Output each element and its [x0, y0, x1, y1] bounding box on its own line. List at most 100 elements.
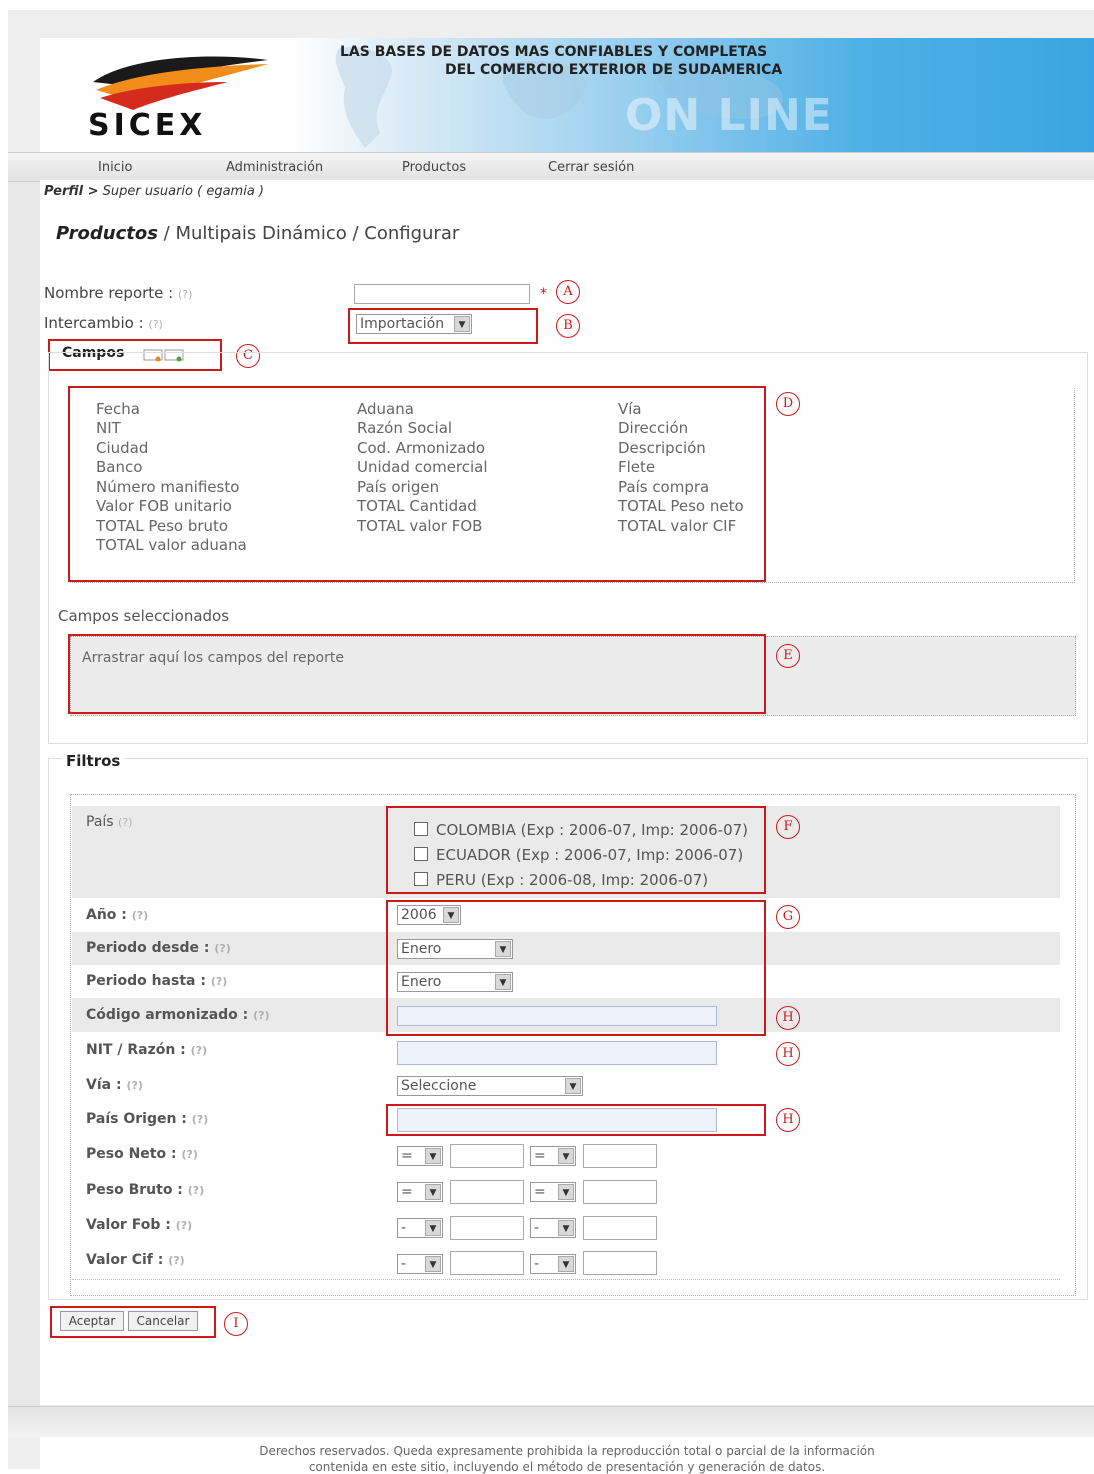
- value-input[interactable]: [583, 1216, 657, 1240]
- chevron-down-icon: ▼: [558, 1184, 574, 1200]
- help-icon[interactable]: (?): [118, 816, 132, 829]
- annotation-f: F: [776, 815, 800, 839]
- help-icon[interactable]: (?): [126, 1079, 142, 1092]
- country-option[interactable]: ECUADOR (Exp : 2006-07, Imp: 2006-07): [414, 846, 743, 864]
- field-item[interactable]: Aduana: [357, 400, 414, 418]
- field-item[interactable]: Unidad comercial: [357, 458, 488, 476]
- field-item[interactable]: Banco: [96, 458, 142, 476]
- checkbox[interactable]: [414, 822, 428, 836]
- codigo-input[interactable]: [397, 1006, 717, 1026]
- operator-select[interactable]: - ▼: [397, 1254, 443, 1274]
- required-mark: *: [540, 286, 547, 302]
- field-item[interactable]: TOTAL Cantidad: [357, 497, 477, 515]
- help-icon[interactable]: (?): [181, 1148, 197, 1161]
- field-item[interactable]: TOTAL valor FOB: [357, 517, 482, 535]
- operator-select[interactable]: - ▼: [530, 1254, 576, 1274]
- field-item[interactable]: Ciudad: [96, 439, 148, 457]
- report-name-input[interactable]: [354, 284, 530, 304]
- field-item[interactable]: TOTAL Peso neto: [618, 497, 744, 515]
- value-input[interactable]: [450, 1180, 524, 1204]
- help-icon[interactable]: (?): [148, 318, 162, 331]
- field-item[interactable]: Vía: [618, 400, 642, 418]
- checkbox[interactable]: [414, 872, 428, 886]
- field-item[interactable]: TOTAL valor CIF: [618, 517, 736, 535]
- field-item[interactable]: Cod. Armonizado: [357, 439, 485, 457]
- value-input[interactable]: [583, 1144, 657, 1168]
- operator-select[interactable]: = ▼: [530, 1146, 576, 1166]
- operator-select[interactable]: = ▼: [530, 1182, 576, 1202]
- desde-select[interactable]: Enero ▼: [397, 939, 513, 959]
- chevron-down-icon: ▼: [565, 1078, 581, 1094]
- campos-selected-title: Campos seleccionados: [58, 607, 230, 625]
- operator-select[interactable]: - ▼: [397, 1218, 443, 1238]
- nit-input[interactable]: [397, 1041, 717, 1065]
- operator-select[interactable]: = ▼: [397, 1146, 443, 1166]
- field-item[interactable]: Valor FOB unitario: [96, 497, 232, 515]
- value-input[interactable]: [450, 1251, 524, 1275]
- value-input[interactable]: [450, 1144, 524, 1168]
- nav-productos[interactable]: Productos: [402, 160, 466, 175]
- hasta-select[interactable]: Enero ▼: [397, 972, 513, 992]
- help-icon[interactable]: (?): [214, 942, 230, 955]
- cancel-button[interactable]: Cancelar: [128, 1311, 198, 1331]
- report-name-label: Nombre reporte : (?): [44, 284, 193, 302]
- operator-select[interactable]: = ▼: [397, 1182, 443, 1202]
- drop-hint: Arrastrar aquí los campos del reporte: [82, 650, 344, 666]
- help-icon[interactable]: (?): [176, 1219, 192, 1232]
- help-icon[interactable]: (?): [192, 1113, 208, 1126]
- field-item[interactable]: País origen: [357, 478, 439, 496]
- nav-cerrar-sesion[interactable]: Cerrar sesión: [548, 160, 634, 175]
- exchange-select[interactable]: Importación ▼: [356, 314, 472, 334]
- accept-button[interactable]: Aceptar: [60, 1311, 124, 1331]
- field-item[interactable]: Dirección: [618, 419, 688, 437]
- nav-inicio[interactable]: Inicio: [98, 160, 132, 175]
- help-icon[interactable]: (?): [178, 288, 192, 301]
- chevron-down-icon: ▼: [495, 974, 511, 990]
- country-option[interactable]: COLOMBIA (Exp : 2006-07, Imp: 2006-07): [414, 821, 748, 839]
- tagline-1: LAS BASES DE DATOS MAS CONFIABLES Y COMP…: [340, 44, 768, 60]
- nav-administracion[interactable]: Administración: [226, 160, 323, 175]
- logo-swoosh: [93, 56, 268, 110]
- help-icon[interactable]: (?): [191, 1044, 207, 1057]
- help-icon[interactable]: (?): [132, 909, 148, 922]
- field-item[interactable]: Fecha: [96, 400, 140, 418]
- field-item[interactable]: TOTAL valor aduana: [96, 536, 247, 554]
- annotation-e: E: [776, 644, 800, 668]
- breadcrumb-user: Super usuario ( egamia ): [102, 184, 265, 199]
- field-item[interactable]: TOTAL Peso bruto: [96, 517, 228, 535]
- peso-bruto-label: Peso Bruto : (?): [86, 1182, 205, 1198]
- field-item[interactable]: País compra: [618, 478, 709, 496]
- header-banner: SICEX LAS BASES DE DATOS MAS CONFIABLES …: [40, 38, 1094, 152]
- chevron-down-icon: ▼: [443, 907, 459, 923]
- field-item[interactable]: Razón Social: [357, 419, 452, 437]
- help-icon[interactable]: (?): [168, 1254, 184, 1267]
- chevron-down-icon: ▼: [425, 1256, 441, 1272]
- field-item[interactable]: Descripción: [618, 439, 706, 457]
- chevron-down-icon: ▼: [558, 1148, 574, 1164]
- annotation-g: G: [776, 905, 800, 929]
- field-item[interactable]: Flete: [618, 458, 655, 476]
- anio-select[interactable]: 2006 ▼: [397, 905, 461, 925]
- breadcrumb-profile[interactable]: Perfil >: [44, 184, 99, 199]
- footer-line-1: Derechos reservados. Queda expresamente …: [259, 1444, 875, 1458]
- field-item[interactable]: NIT: [96, 419, 121, 437]
- field-item[interactable]: Número manifiesto: [96, 478, 239, 496]
- via-label: Vía : (?): [86, 1077, 143, 1093]
- checkbox[interactable]: [414, 847, 428, 861]
- annotation-box-h: [386, 1104, 766, 1136]
- via-select[interactable]: Seleccione ▼: [397, 1076, 583, 1096]
- origen-label: País Origen : (?): [86, 1111, 209, 1127]
- operator-select[interactable]: - ▼: [530, 1218, 576, 1238]
- chevron-down-icon: ▼: [454, 316, 470, 332]
- help-icon[interactable]: (?): [211, 975, 227, 988]
- country-option[interactable]: PERU (Exp : 2006-08, Imp: 2006-07): [414, 871, 708, 889]
- help-icon[interactable]: (?): [253, 1009, 269, 1022]
- hasta-label: Periodo hasta : (?): [86, 973, 228, 989]
- value-input[interactable]: [583, 1251, 657, 1275]
- help-icon[interactable]: (?): [188, 1184, 204, 1197]
- value-input[interactable]: [450, 1216, 524, 1240]
- annotation-h: H: [776, 1108, 800, 1132]
- value-input[interactable]: [583, 1180, 657, 1204]
- annotation-a: A: [556, 280, 580, 304]
- tagline-2: DEL COMERCIO EXTERIOR DE SUDAMERICA: [445, 62, 783, 78]
